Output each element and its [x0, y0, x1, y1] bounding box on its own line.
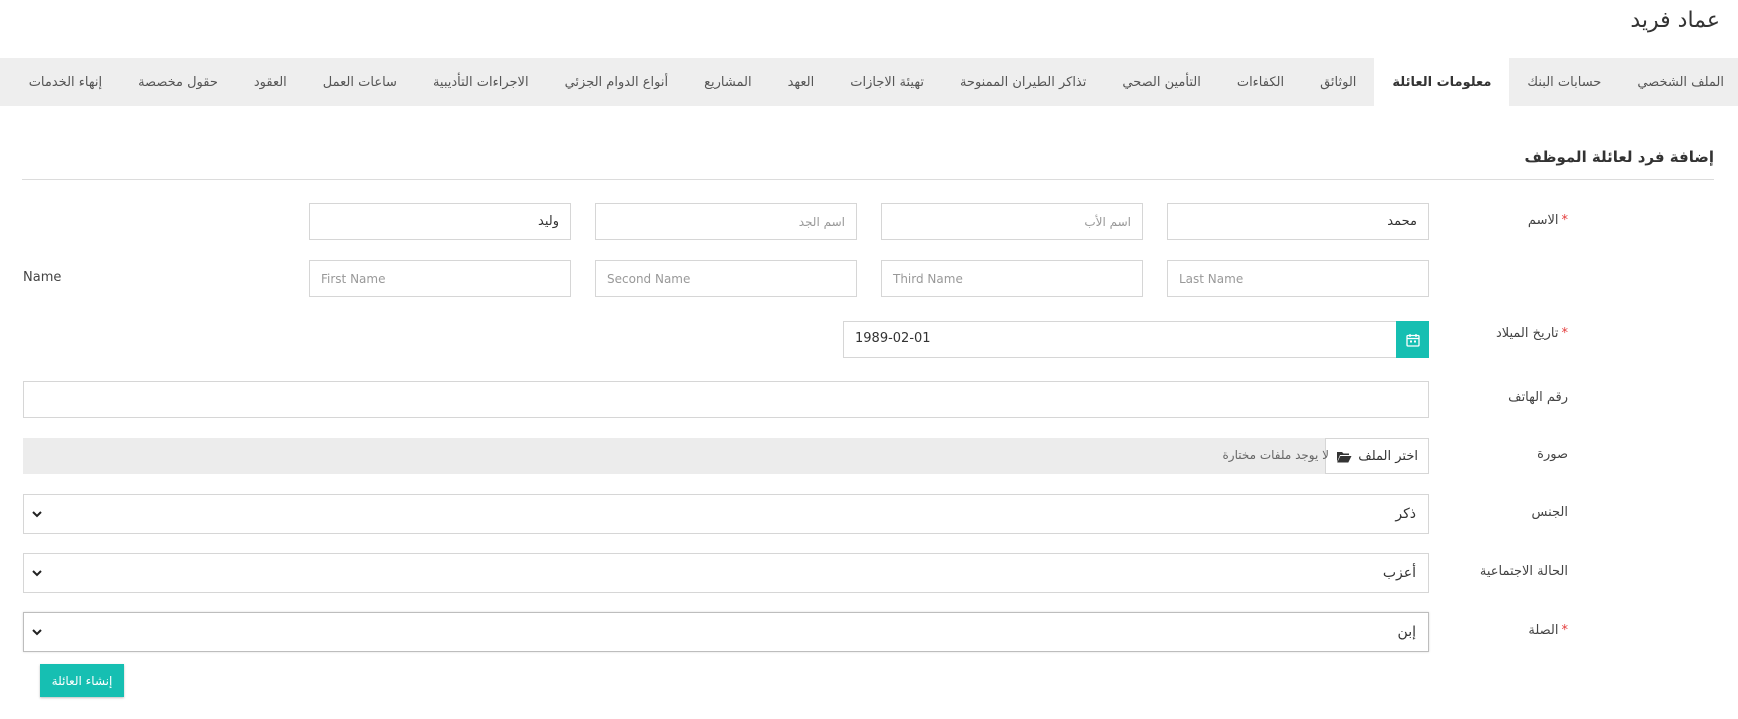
tab-bar: الملف الشخصي حسابات البنك معلومات العائل…	[0, 58, 1738, 106]
tab-family-info[interactable]: معلومات العائلة	[1374, 58, 1510, 106]
marital-status-label: الحالة الاجتماعية	[1479, 564, 1568, 579]
tab-documents[interactable]: الوثائق	[1302, 58, 1374, 106]
last-name-placeholder: Last Name	[1179, 271, 1244, 286]
first-name-ar-value: محمد	[1387, 214, 1417, 229]
relation-label: الصلة *	[1528, 623, 1568, 638]
chevron-down-icon	[32, 570, 42, 577]
calendar-button[interactable]	[1396, 321, 1429, 358]
required-mark: *	[1561, 623, 1569, 638]
phone-input[interactable]	[23, 381, 1429, 418]
photo-file-input[interactable]: اختر الملف لا يوجد ملفات مختارة	[23, 438, 1429, 474]
third-name-placeholder: Third Name	[893, 271, 963, 286]
required-mark: *	[1561, 213, 1569, 228]
father-name-input[interactable]: اسم الأب	[881, 203, 1143, 240]
gender-value: ذكر	[1395, 506, 1416, 522]
first-name-en-input[interactable]: First Name	[309, 260, 571, 297]
choose-file-label: اختر الملف	[1358, 448, 1418, 464]
last-name-input[interactable]: Last Name	[1167, 260, 1429, 297]
chevron-down-icon	[32, 511, 42, 518]
birthdate-input[interactable]: 1989-02-01	[843, 321, 1429, 358]
first-name-ar-input[interactable]: محمد	[1167, 203, 1429, 240]
calendar-icon	[1405, 333, 1420, 347]
phone-label: رقم الهاتف	[1508, 390, 1568, 405]
tab-end-of-service[interactable]: إنهاء الخدمات	[11, 58, 120, 106]
family-name-ar-input[interactable]: وليد	[309, 203, 571, 240]
tab-leave-setup[interactable]: تهيئة الاجازات	[832, 58, 942, 106]
tab-custody[interactable]: العهد	[770, 58, 833, 106]
tab-health-insurance[interactable]: التأمين الصحي	[1104, 58, 1218, 106]
father-name-placeholder: اسم الأب	[1084, 214, 1131, 229]
tab-bank-accounts[interactable]: حسابات البنك	[1509, 58, 1619, 106]
gender-select[interactable]: ذكر	[23, 494, 1429, 534]
create-family-button[interactable]: إنشاء العائلة	[40, 664, 124, 697]
tab-part-time-types[interactable]: أنواع الدوام الجزئي	[547, 58, 687, 106]
grandfather-name-input[interactable]: اسم الجد	[595, 203, 857, 240]
marital-status-select[interactable]: أعزب	[23, 553, 1429, 593]
third-name-input[interactable]: Third Name	[881, 260, 1143, 297]
tab-flight-tickets[interactable]: تذاكر الطيران الممنوحة	[942, 58, 1104, 106]
first-name-en-placeholder: First Name	[321, 271, 386, 286]
birthdate-value: 1989-02-01	[855, 331, 931, 346]
divider	[22, 179, 1714, 180]
photo-label: صورة	[1537, 447, 1568, 462]
tab-personal-file[interactable]: الملف الشخصي	[1619, 58, 1738, 106]
top-header: عماد فريد	[0, 0, 1738, 58]
relation-select[interactable]: إبن	[23, 612, 1429, 652]
no-file-text: لا يوجد ملفات مختارة	[1222, 448, 1330, 462]
required-mark: *	[1561, 326, 1569, 341]
name-label: الاسم *	[1527, 213, 1569, 228]
relation-value: إبن	[1397, 624, 1416, 640]
tab-disciplinary-actions[interactable]: الاجراءات التأديبية	[415, 58, 547, 106]
tab-projects[interactable]: المشاريع	[686, 58, 769, 106]
second-name-placeholder: Second Name	[607, 271, 691, 286]
second-name-input[interactable]: Second Name	[595, 260, 857, 297]
marital-status-value: أعزب	[1382, 565, 1416, 581]
tab-contracts[interactable]: العقود	[236, 58, 305, 106]
gender-label: الجنس	[1531, 505, 1568, 520]
employee-name: عماد فريد	[1630, 8, 1720, 33]
form-title: إضافة فرد لعائلة الموظف	[1524, 148, 1714, 166]
birthdate-label: تاريخ الميلاد *	[1495, 326, 1569, 341]
chevron-down-icon	[32, 629, 42, 636]
choose-file-button[interactable]: اختر الملف	[1325, 438, 1429, 474]
folder-open-icon	[1337, 451, 1352, 462]
grandfather-name-placeholder: اسم الجد	[798, 214, 845, 229]
tab-competencies[interactable]: الكفاءات	[1219, 58, 1302, 106]
name-en-label: Name	[23, 270, 62, 285]
family-name-ar-value: وليد	[538, 214, 559, 229]
tab-working-hours[interactable]: ساعات العمل	[305, 58, 415, 106]
tab-custom-fields[interactable]: حقول مخصصة	[120, 58, 236, 106]
